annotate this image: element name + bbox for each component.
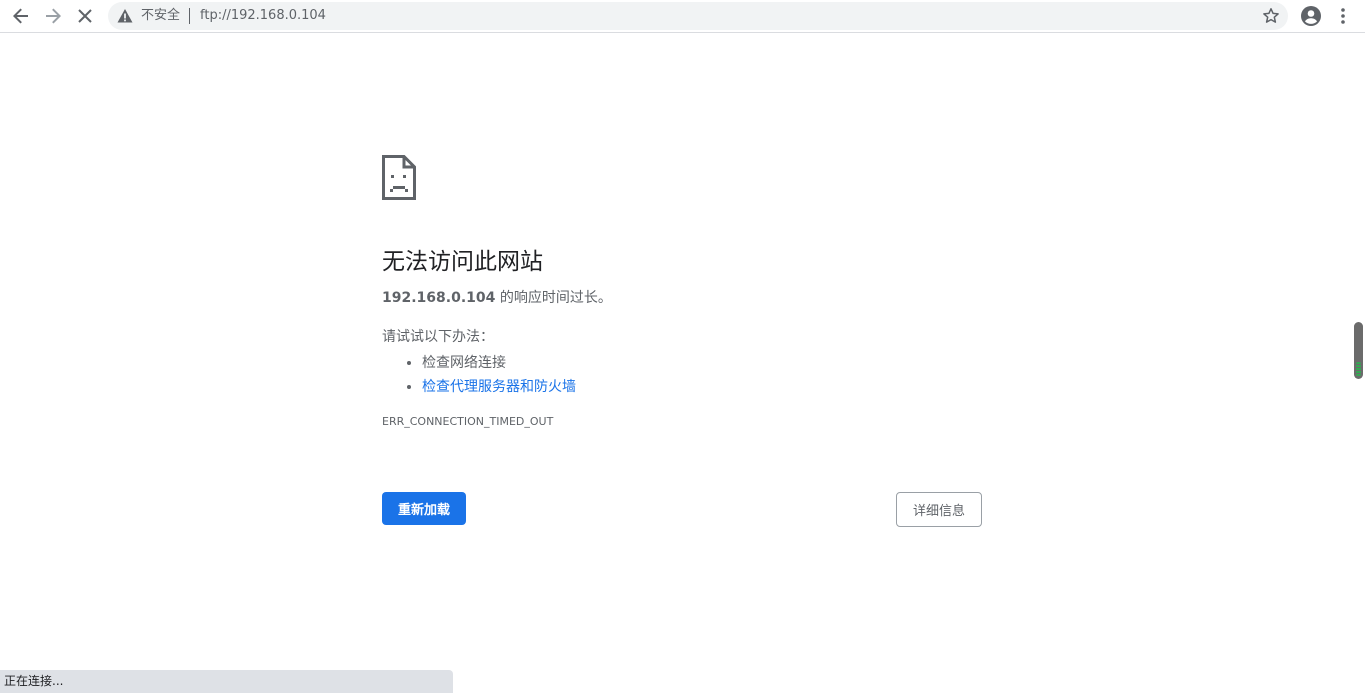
scrollbar-thumb[interactable] xyxy=(1354,322,1363,379)
url-text[interactable]: ftp://192.168.0.104 xyxy=(200,8,326,24)
check-proxy-firewall-link[interactable]: 检查代理服务器和防火墙 xyxy=(422,379,576,395)
star-icon[interactable] xyxy=(1262,7,1280,25)
error-message-suffix: 的响应时间过长。 xyxy=(495,290,612,306)
suggestions-heading: 请试试以下办法： xyxy=(382,329,494,345)
back-button[interactable] xyxy=(8,3,34,29)
omnibox-separator xyxy=(189,8,190,24)
error-message: 192.168.0.104 的响应时间过长。 xyxy=(382,288,982,308)
menu-button[interactable] xyxy=(1330,3,1356,29)
suggestion-check-network: 检查网络连接 xyxy=(422,351,982,375)
error-host: 192.168.0.104 xyxy=(382,290,496,306)
kebab-menu-icon xyxy=(1341,8,1345,24)
scrollbar-grip xyxy=(1356,362,1361,376)
account-icon xyxy=(1301,6,1321,26)
error-code: ERR_CONNECTION_TIMED_OUT xyxy=(382,415,554,428)
suggestions-list: 检查网络连接 检查代理服务器和防火墙 xyxy=(382,351,982,399)
error-actions: 重新加载 详细信息 xyxy=(382,492,982,527)
error-page-content: 无法访问此网站 192.168.0.104 的响应时间过长。 请试试以下办法： … xyxy=(382,155,982,429)
forward-arrow-icon xyxy=(46,8,61,24)
status-bubble: 正在连接... xyxy=(0,670,453,693)
stop-icon xyxy=(78,9,92,23)
omnibox[interactable]: 不安全 ftp://192.168.0.104 xyxy=(108,2,1288,30)
browser-toolbar: 不安全 ftp://192.168.0.104 xyxy=(0,0,1365,33)
profile-button[interactable] xyxy=(1298,3,1324,29)
sad-page-icon xyxy=(382,155,416,200)
back-arrow-icon xyxy=(13,8,28,24)
error-title: 无法访问此网站 xyxy=(382,249,543,275)
forward-button[interactable] xyxy=(40,3,66,29)
stop-button[interactable] xyxy=(72,3,98,29)
warning-icon[interactable] xyxy=(117,8,133,24)
details-button[interactable]: 详细信息 xyxy=(896,492,982,527)
suggestion-check-proxy-firewall: 检查代理服务器和防火墙 xyxy=(422,375,982,399)
reload-button[interactable]: 重新加载 xyxy=(382,492,466,525)
security-status-label[interactable]: 不安全 xyxy=(141,8,180,24)
